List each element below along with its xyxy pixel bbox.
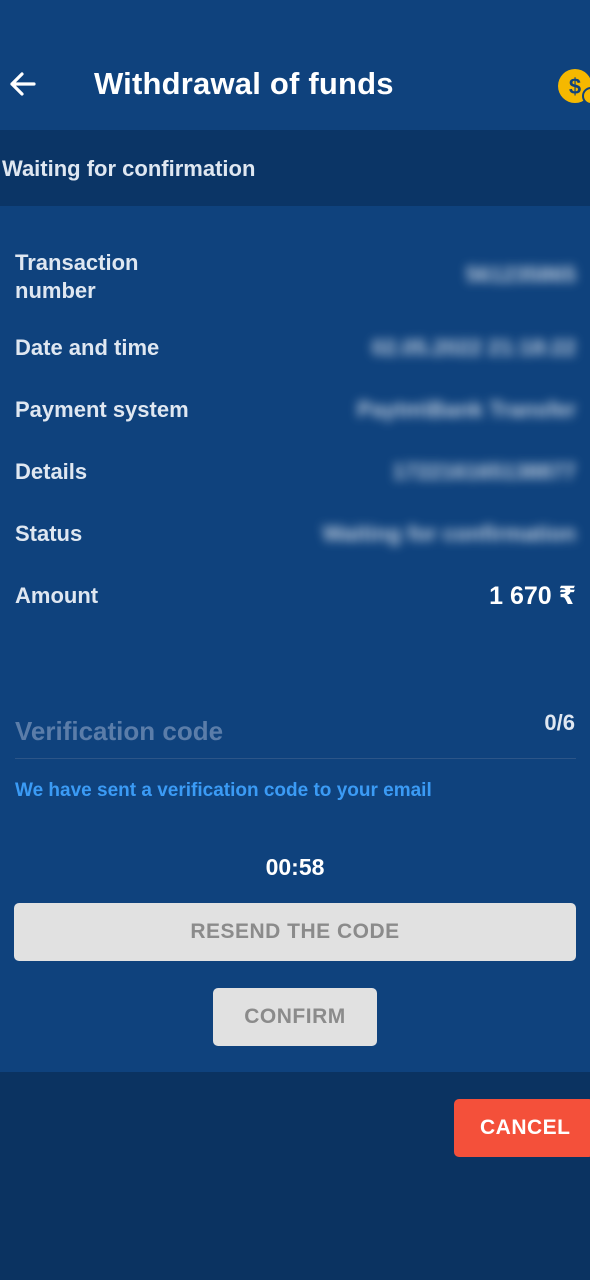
status-banner: Waiting for confirmation xyxy=(0,130,590,206)
status-value: Waiting for confirmation xyxy=(322,521,576,546)
app-header: Withdrawal of funds $ xyxy=(0,0,590,130)
arrow-left-icon xyxy=(10,72,36,96)
resend-code-button[interactable]: RESEND THE CODE xyxy=(14,903,576,961)
details-label: Details xyxy=(15,459,88,484)
transaction-number-value: 561235865 xyxy=(465,262,576,287)
details-value: 172216165138877 xyxy=(392,459,576,484)
countdown-timer: 00:58 xyxy=(265,854,325,880)
date-time-value: 02.05.2022 21:18:22 xyxy=(371,335,576,360)
amount-value: 1 670 ₹ xyxy=(489,582,576,610)
svg-text:$: $ xyxy=(569,74,581,99)
transaction-number-row: Transaction number 561235865 xyxy=(15,249,576,309)
cancel-button[interactable]: CANCEL xyxy=(454,1099,590,1157)
date-time-label: Date and time xyxy=(15,335,160,360)
amount-label: Amount xyxy=(15,583,99,608)
status-label: Status xyxy=(15,521,83,546)
confirm-button[interactable]: CONFIRM xyxy=(213,988,377,1046)
wallet-button[interactable]: $ xyxy=(557,68,590,104)
back-button[interactable] xyxy=(6,66,42,102)
payment-system-value: Paytm\Bank Transfer xyxy=(357,397,576,422)
verification-hint: We have sent a verification code to your… xyxy=(15,780,432,801)
verification-code-input[interactable]: Verification code xyxy=(15,716,223,747)
status-banner-text: Waiting for confirmation xyxy=(2,156,256,181)
payment-system-label: Payment system xyxy=(15,397,189,422)
dollar-coin-icon: $ xyxy=(558,69,590,104)
transaction-number-label: Transaction number xyxy=(15,250,139,303)
page-title: Withdrawal of funds xyxy=(94,66,394,101)
input-underline xyxy=(15,758,576,759)
verification-code-counter: 0/6 xyxy=(544,710,575,735)
